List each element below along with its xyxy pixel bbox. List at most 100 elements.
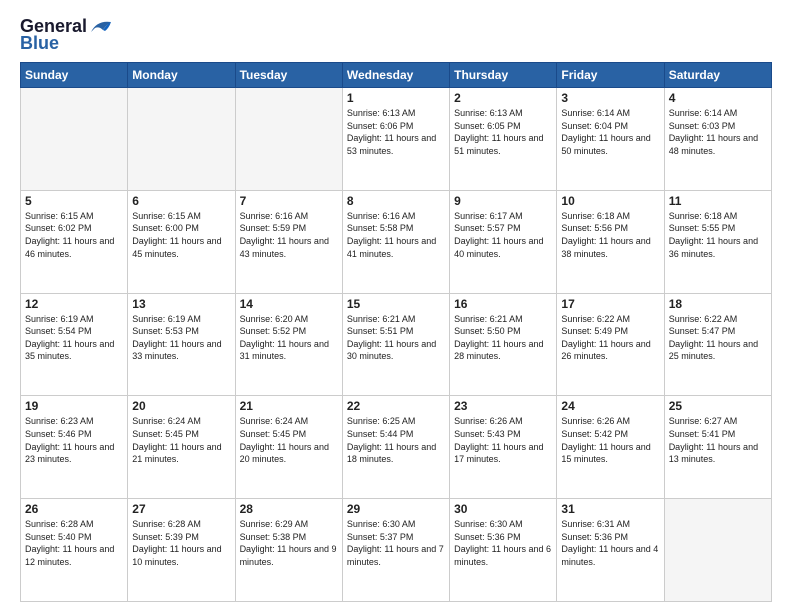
cell-info: Sunrise: 6:24 AMSunset: 5:45 PMDaylight:…	[132, 415, 230, 465]
week-row-4: 19Sunrise: 6:23 AMSunset: 5:46 PMDayligh…	[21, 396, 772, 499]
week-row-2: 5 Sunrise: 6:15 AMSunset: 6:02 PMDaylight…	[21, 190, 772, 293]
cell-info: Sunrise: 6:20 AMSunset: 5:52 PMDaylight:…	[240, 313, 338, 363]
day-number: 21	[240, 399, 338, 413]
logo-blue: Blue	[20, 33, 59, 54]
cell-info: Sunrise: 6:26 AMSunset: 5:43 PMDaylight:…	[454, 415, 552, 465]
day-number: 14	[240, 297, 338, 311]
calendar-table: SundayMondayTuesdayWednesdayThursdayFrid…	[20, 62, 772, 602]
cell-info: Sunrise: 6:14 AMSunset: 6:03 PMDaylight:…	[669, 107, 767, 157]
calendar-cell	[664, 499, 771, 602]
cell-info: Sunrise: 6:30 AMSunset: 5:36 PMDaylight:…	[454, 518, 552, 568]
cell-info: Sunrise: 6:13 AMSunset: 6:06 PMDaylight:…	[347, 107, 445, 157]
day-header-friday: Friday	[557, 63, 664, 88]
day-header-tuesday: Tuesday	[235, 63, 342, 88]
calendar-cell: 1 Sunrise: 6:13 AMSunset: 6:06 PMDaylight…	[342, 88, 449, 191]
day-header-sunday: Sunday	[21, 63, 128, 88]
day-number: 9	[454, 194, 552, 208]
day-number: 17	[561, 297, 659, 311]
cell-info: Sunrise: 6:14 AMSunset: 6:04 PMDaylight:…	[561, 107, 659, 157]
day-number: 10	[561, 194, 659, 208]
cell-info: Sunrise: 6:24 AMSunset: 5:45 PMDaylight:…	[240, 415, 338, 465]
calendar-cell: 7 Sunrise: 6:16 AMSunset: 5:59 PMDaylight…	[235, 190, 342, 293]
day-number: 26	[25, 502, 123, 516]
day-number: 22	[347, 399, 445, 413]
calendar-cell: 16 Sunrise: 6:21 AMSunset: 5:50 PMDayligh…	[450, 293, 557, 396]
calendar-cell: 24 Sunrise: 6:26 AMSunset: 5:42 PMDayligh…	[557, 396, 664, 499]
cell-info: Sunrise: 6:21 AMSunset: 5:51 PMDaylight:…	[347, 313, 445, 363]
calendar-cell: 2 Sunrise: 6:13 AMSunset: 6:05 PMDaylight…	[450, 88, 557, 191]
day-number: 8	[347, 194, 445, 208]
cell-info: Sunrise: 6:31 AMSunset: 5:36 PMDaylight:…	[561, 518, 659, 568]
calendar-cell: 28Sunrise: 6:29 AMSunset: 5:38 PMDayligh…	[235, 499, 342, 602]
days-header-row: SundayMondayTuesdayWednesdayThursdayFrid…	[21, 63, 772, 88]
calendar-cell: 8 Sunrise: 6:16 AMSunset: 5:58 PMDaylight…	[342, 190, 449, 293]
cell-info: Sunrise: 6:25 AMSunset: 5:44 PMDaylight:…	[347, 415, 445, 465]
cell-info: Sunrise: 6:30 AMSunset: 5:37 PMDaylight:…	[347, 518, 445, 568]
day-number: 23	[454, 399, 552, 413]
day-number: 11	[669, 194, 767, 208]
calendar-cell: 22 Sunrise: 6:25 AMSunset: 5:44 PMDayligh…	[342, 396, 449, 499]
cell-info: Sunrise: 6:22 AMSunset: 5:49 PMDaylight:…	[561, 313, 659, 363]
calendar-cell	[235, 88, 342, 191]
calendar-cell: 30Sunrise: 6:30 AMSunset: 5:36 PMDayligh…	[450, 499, 557, 602]
day-number: 27	[132, 502, 230, 516]
calendar-cell: 4 Sunrise: 6:14 AMSunset: 6:03 PMDaylight…	[664, 88, 771, 191]
cell-info: Sunrise: 6:13 AMSunset: 6:05 PMDaylight:…	[454, 107, 552, 157]
calendar-cell: 31Sunrise: 6:31 AMSunset: 5:36 PMDayligh…	[557, 499, 664, 602]
calendar-cell: 26 Sunrise: 6:28 AMSunset: 5:40 PMDayligh…	[21, 499, 128, 602]
cell-info: Sunrise: 6:18 AMSunset: 5:55 PMDaylight:…	[669, 210, 767, 260]
cell-info: Sunrise: 6:17 AMSunset: 5:57 PMDaylight:…	[454, 210, 552, 260]
calendar-page: General Blue SundayMondayTuesdayWednesda…	[0, 0, 792, 612]
calendar-cell: 29 Sunrise: 6:30 AMSunset: 5:37 PMDayligh…	[342, 499, 449, 602]
day-number: 7	[240, 194, 338, 208]
calendar-cell: 27 Sunrise: 6:28 AMSunset: 5:39 PMDayligh…	[128, 499, 235, 602]
day-header-saturday: Saturday	[664, 63, 771, 88]
header: General Blue	[20, 16, 772, 54]
cell-info: Sunrise: 6:18 AMSunset: 5:56 PMDaylight:…	[561, 210, 659, 260]
cell-info: Sunrise: 6:15 AMSunset: 6:02 PMDaylight:…	[25, 210, 123, 260]
day-number: 4	[669, 91, 767, 105]
calendar-cell: 10 Sunrise: 6:18 AMSunset: 5:56 PMDayligh…	[557, 190, 664, 293]
calendar-cell: 3 Sunrise: 6:14 AMSunset: 6:04 PMDaylight…	[557, 88, 664, 191]
calendar-body: 1 Sunrise: 6:13 AMSunset: 6:06 PMDaylight…	[21, 88, 772, 602]
day-number: 12	[25, 297, 123, 311]
cell-info: Sunrise: 6:19 AMSunset: 5:54 PMDaylight:…	[25, 313, 123, 363]
cell-info: Sunrise: 6:28 AMSunset: 5:40 PMDaylight:…	[25, 518, 123, 568]
day-number: 2	[454, 91, 552, 105]
cell-info: Sunrise: 6:22 AMSunset: 5:47 PMDaylight:…	[669, 313, 767, 363]
cell-info: Sunrise: 6:21 AMSunset: 5:50 PMDaylight:…	[454, 313, 552, 363]
calendar-cell: 17 Sunrise: 6:22 AMSunset: 5:49 PMDayligh…	[557, 293, 664, 396]
day-number: 5	[25, 194, 123, 208]
day-number: 15	[347, 297, 445, 311]
week-row-5: 26 Sunrise: 6:28 AMSunset: 5:40 PMDayligh…	[21, 499, 772, 602]
calendar-cell: 5 Sunrise: 6:15 AMSunset: 6:02 PMDaylight…	[21, 190, 128, 293]
day-number: 24	[561, 399, 659, 413]
day-number: 6	[132, 194, 230, 208]
logo: General Blue	[20, 16, 111, 54]
calendar-cell	[21, 88, 128, 191]
day-number: 29	[347, 502, 445, 516]
day-number: 20	[132, 399, 230, 413]
day-number: 1	[347, 91, 445, 105]
calendar-cell: 14 Sunrise: 6:20 AMSunset: 5:52 PMDayligh…	[235, 293, 342, 396]
day-header-thursday: Thursday	[450, 63, 557, 88]
calendar-cell: 19Sunrise: 6:23 AMSunset: 5:46 PMDayligh…	[21, 396, 128, 499]
cell-info: Sunrise: 6:29 AMSunset: 5:38 PMDaylight:…	[240, 518, 338, 568]
day-number: 25	[669, 399, 767, 413]
cell-info: Sunrise: 6:15 AMSunset: 6:00 PMDaylight:…	[132, 210, 230, 260]
cell-info: Sunrise: 6:16 AMSunset: 5:58 PMDaylight:…	[347, 210, 445, 260]
cell-info: Sunrise: 6:26 AMSunset: 5:42 PMDaylight:…	[561, 415, 659, 465]
day-number: 3	[561, 91, 659, 105]
logo-bird-icon	[89, 18, 111, 36]
cell-info: Sunrise: 6:27 AMSunset: 5:41 PMDaylight:…	[669, 415, 767, 465]
day-header-monday: Monday	[128, 63, 235, 88]
cell-info: Sunrise: 6:16 AMSunset: 5:59 PMDaylight:…	[240, 210, 338, 260]
calendar-cell: 15 Sunrise: 6:21 AMSunset: 5:51 PMDayligh…	[342, 293, 449, 396]
calendar-cell: 13Sunrise: 6:19 AMSunset: 5:53 PMDayligh…	[128, 293, 235, 396]
day-number: 16	[454, 297, 552, 311]
cell-info: Sunrise: 6:23 AMSunset: 5:46 PMDaylight:…	[25, 415, 123, 465]
cell-info: Sunrise: 6:19 AMSunset: 5:53 PMDaylight:…	[132, 313, 230, 363]
week-row-3: 12 Sunrise: 6:19 AMSunset: 5:54 PMDayligh…	[21, 293, 772, 396]
cell-info: Sunrise: 6:28 AMSunset: 5:39 PMDaylight:…	[132, 518, 230, 568]
calendar-cell	[128, 88, 235, 191]
